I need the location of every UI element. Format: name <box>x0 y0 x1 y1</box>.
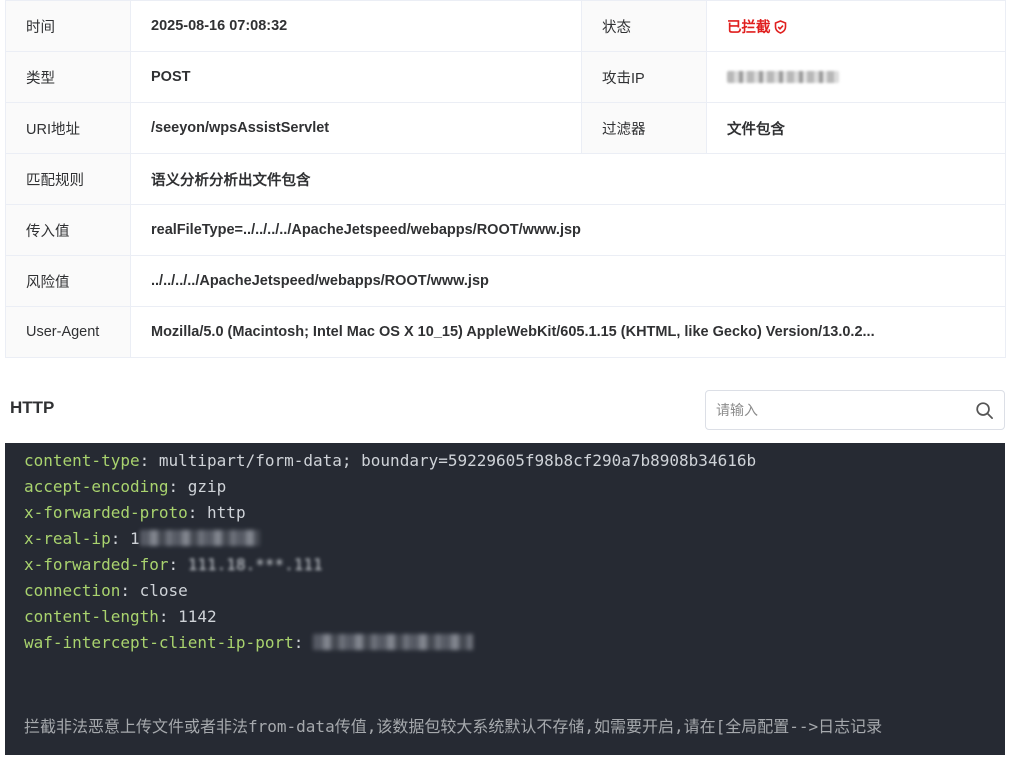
uri-label: URI地址 <box>5 102 131 154</box>
status-value-cell: 已拦截 <box>706 0 1006 52</box>
header-key: waf-intercept-client-ip-port <box>24 633 294 652</box>
rule-label: 匹配规则 <box>5 153 131 205</box>
table-row: 类型 POST 攻击IP <box>5 51 1006 103</box>
status-label: 状态 <box>581 0 707 52</box>
header-line: connection: close <box>24 581 188 600</box>
filter-label: 过滤器 <box>581 102 707 154</box>
redacted-value <box>139 530 260 546</box>
table-row: 传入值 realFileType=../../../../ApacheJetsp… <box>5 204 1006 256</box>
rule-value: 语义分析分析出文件包含 <box>130 153 1006 205</box>
status-badge: 已拦截 <box>727 19 771 36</box>
http-raw-panel: content-type: multipart/form-data; bound… <box>5 443 1005 755</box>
user-agent-label: User-Agent <box>5 306 131 358</box>
header-value <box>303 633 313 652</box>
event-detail-table: 时间 2025-08-16 07:08:32 状态 已拦截 类型 POST 攻击… <box>5 0 1006 358</box>
table-row: 时间 2025-08-16 07:08:32 状态 已拦截 <box>5 0 1006 52</box>
storage-notice: 拦截非法恶意上传文件或者非法from-data传值,该数据包较大系统默认不存储,… <box>24 717 883 736</box>
table-row: 风险值 ../../../../ApacheJetspeed/webapps/R… <box>5 255 1006 307</box>
header-key: content-type <box>24 451 140 470</box>
http-section-title: HTTP <box>10 398 55 417</box>
type-label: 类型 <box>5 51 131 103</box>
table-row: User-Agent Mozilla/5.0 (Macintosh; Intel… <box>5 306 1006 358</box>
time-value: 2025-08-16 07:08:32 <box>130 0 582 52</box>
user-agent-value: Mozilla/5.0 (Macintosh; Intel Mac OS X 1… <box>130 306 1006 358</box>
uri-value: /seeyon/wpsAssistServlet <box>130 102 582 154</box>
header-key: x-real-ip <box>24 529 111 548</box>
header-value: 1142 <box>168 607 217 626</box>
filter-value: 文件包含 <box>706 102 1006 154</box>
header-key: x-forwarded-for <box>24 555 169 574</box>
header-line: content-type: multipart/form-data; bound… <box>24 451 757 470</box>
header-key: accept-encoding <box>24 477 169 496</box>
header-line: x-forwarded-proto: http <box>24 503 246 522</box>
header-value: close <box>129 581 188 600</box>
table-row: 匹配规则 语义分析分析出文件包含 <box>5 153 1006 205</box>
search-field[interactable] <box>705 390 1005 430</box>
attack-ip-label: 攻击IP <box>581 51 707 103</box>
input-label: 传入值 <box>5 204 131 256</box>
risk-value: ../../../../ApacheJetspeed/webapps/ROOT/… <box>130 255 1006 307</box>
header-line: waf-intercept-client-ip-port: <box>24 633 473 653</box>
header-value: 111.18.***.111 <box>178 555 323 574</box>
redacted-ip <box>727 71 839 84</box>
header-value: http <box>197 503 246 522</box>
header-line: accept-encoding: gzip <box>24 477 227 496</box>
redacted-value <box>313 634 473 650</box>
header-line: x-forwarded-for: 111.18.***.111 <box>24 555 323 574</box>
table-row: URI地址 /seeyon/wpsAssistServlet 过滤器 文件包含 <box>5 102 1006 154</box>
attack-ip-value-redacted <box>706 51 1006 103</box>
search-icon[interactable] <box>975 401 994 420</box>
input-value: realFileType=../../../../ApacheJetspeed/… <box>130 204 1006 256</box>
shield-check-icon <box>774 19 786 34</box>
header-line: content-length: 1142 <box>24 607 217 626</box>
search-input[interactable] <box>706 391 976 429</box>
header-key: content-length <box>24 607 159 626</box>
header-key: x-forwarded-proto <box>24 503 188 522</box>
header-key: connection <box>24 581 121 600</box>
header-value: 1 <box>120 529 140 548</box>
header-value: gzip <box>178 477 227 496</box>
time-label: 时间 <box>5 0 131 52</box>
header-line: x-real-ip: 1 <box>24 529 260 549</box>
type-value: POST <box>130 51 582 103</box>
header-value: multipart/form-data; boundary=59229605f9… <box>149 451 757 470</box>
risk-label: 风险值 <box>5 255 131 307</box>
